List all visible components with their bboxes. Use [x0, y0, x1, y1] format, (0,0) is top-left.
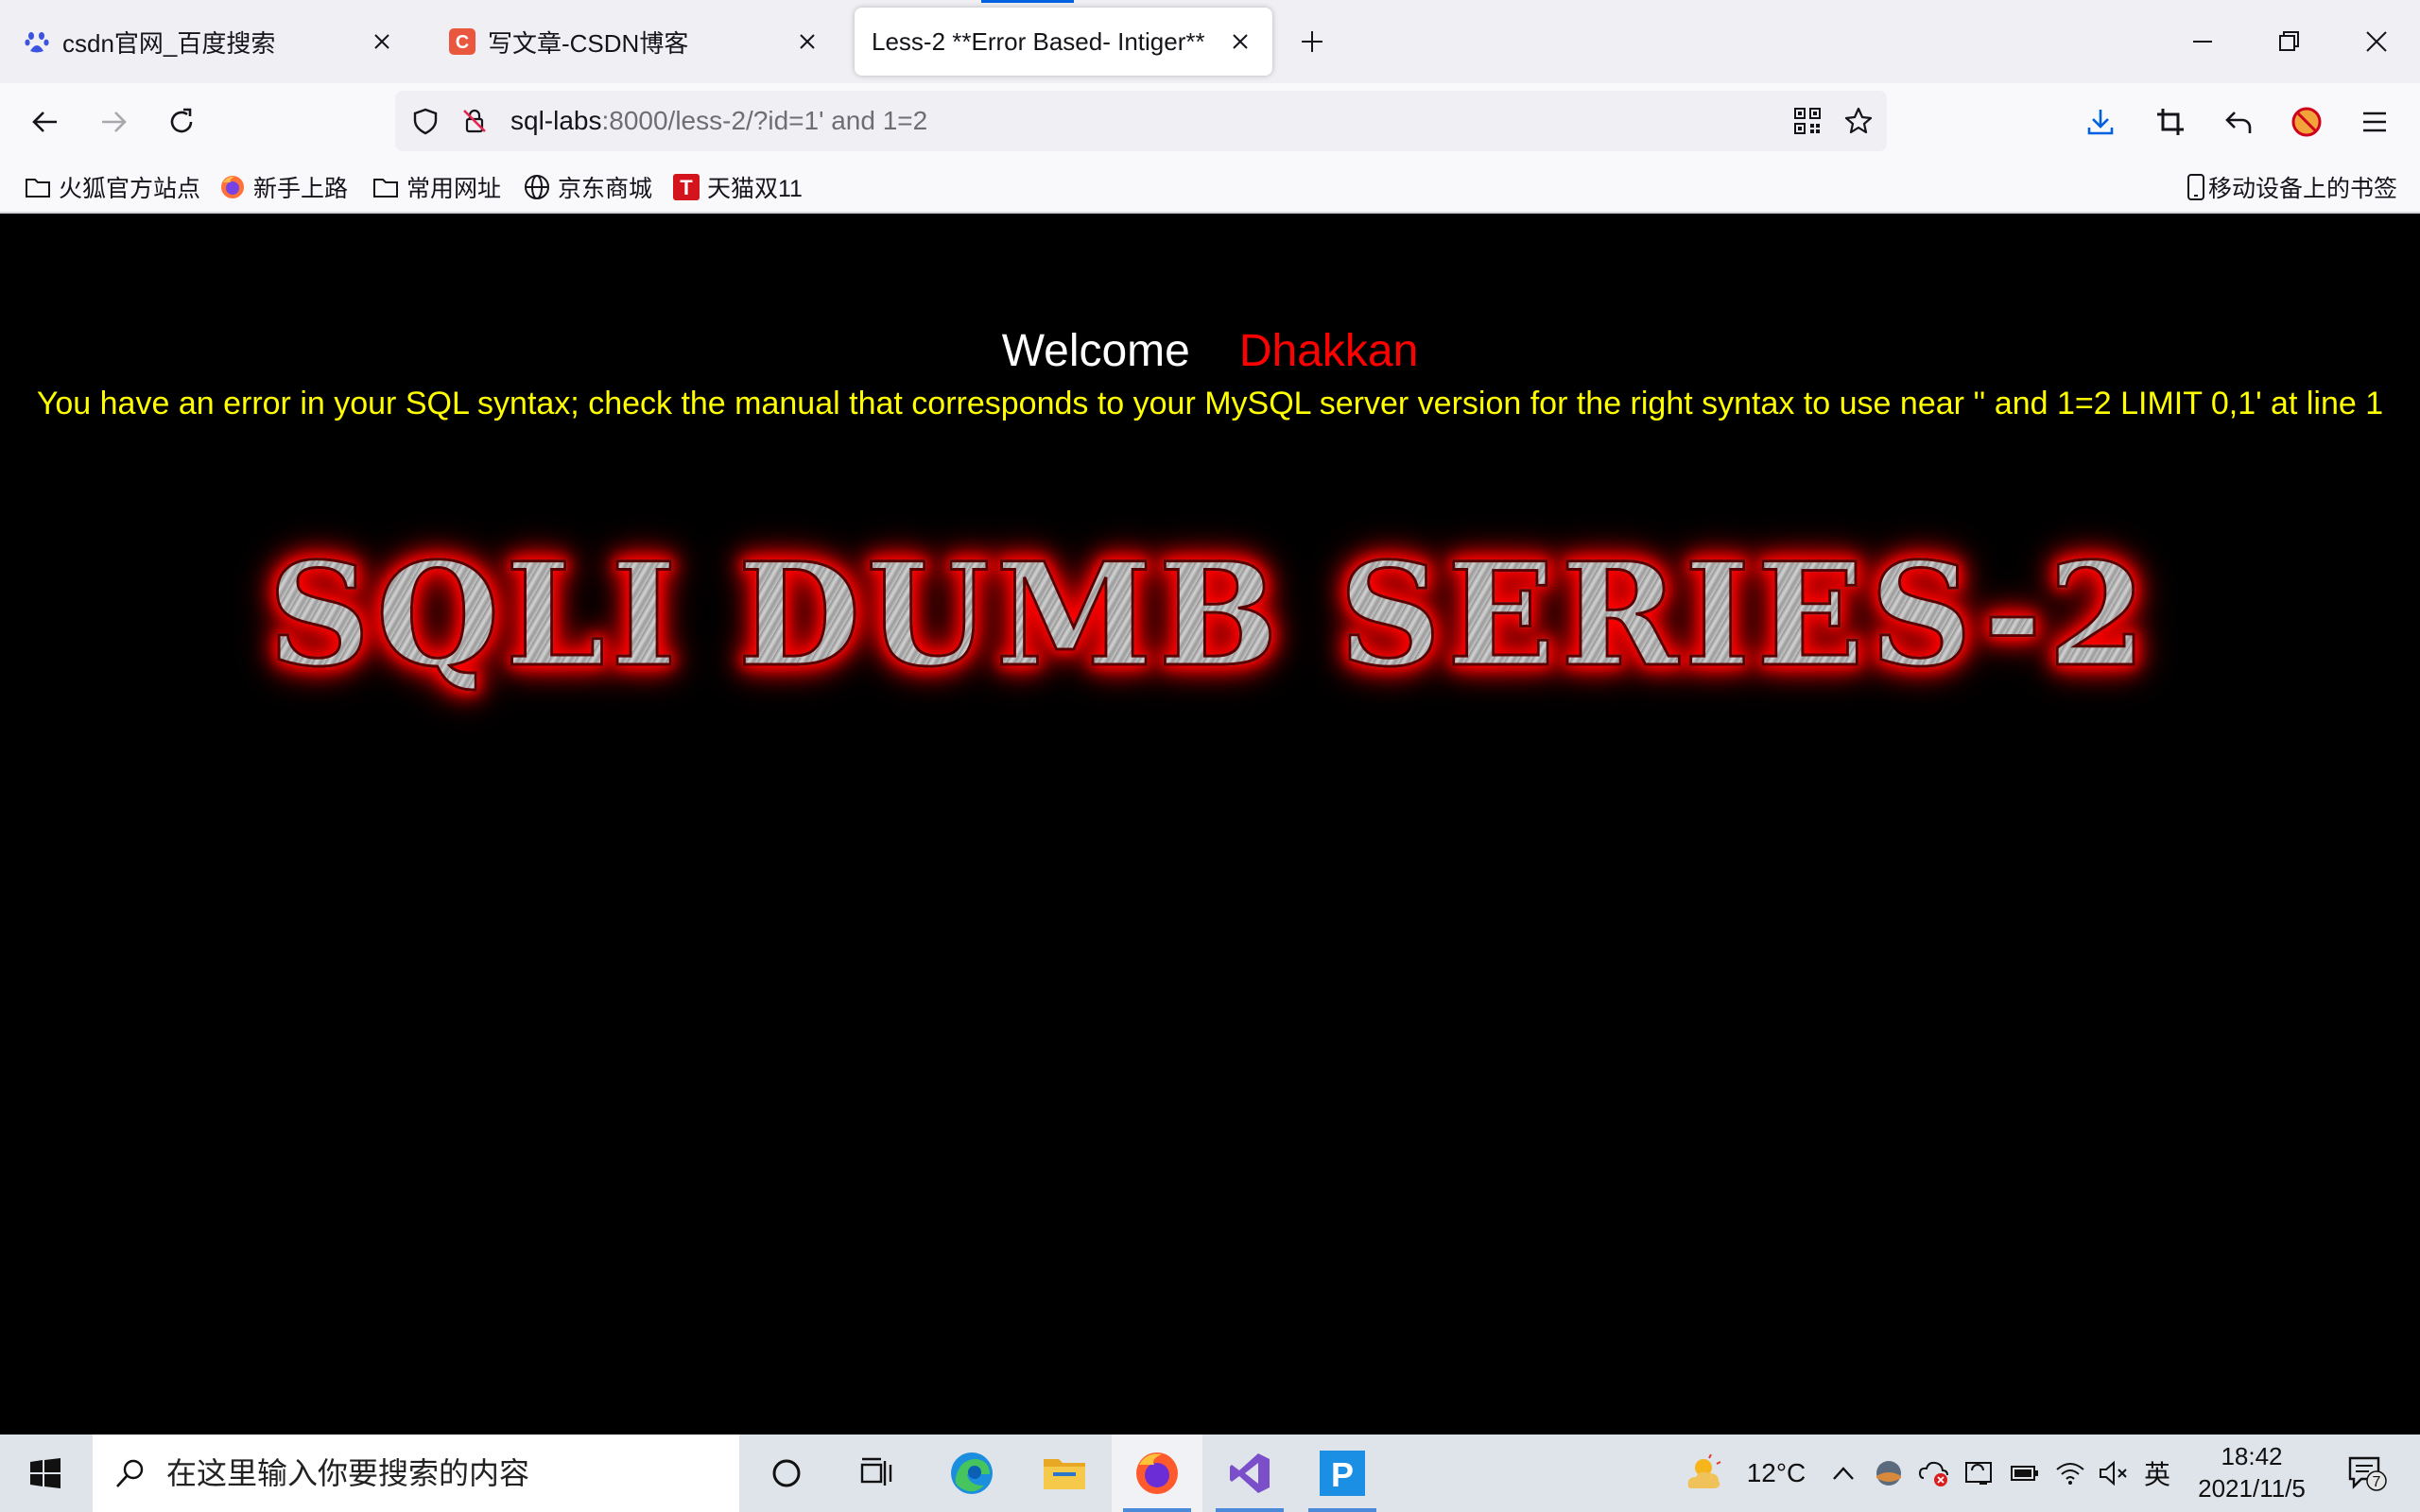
forward-button[interactable] — [89, 97, 138, 146]
page-content: Welcome Dhakkan You have an error in your… — [0, 214, 2420, 1435]
taskbar-search-box[interactable] — [93, 1435, 739, 1512]
url-text[interactable]: sql-labs:8000/less-2/?id=1' and 1=2 — [510, 91, 927, 151]
svg-text:T: T — [680, 176, 693, 199]
close-icon[interactable] — [1225, 26, 1255, 57]
bookmark-star-icon[interactable] — [1840, 102, 1877, 140]
bookmark-label: 移动设备上的书签 — [2208, 176, 2398, 202]
notification-count: 7 — [2373, 1474, 2381, 1490]
tray-app-avatar-icon[interactable] — [1870, 1435, 1908, 1512]
tmall-icon: T — [671, 172, 701, 202]
close-icon[interactable] — [367, 26, 397, 57]
firefox-taskbar-icon[interactable] — [1112, 1435, 1202, 1512]
start-button[interactable] — [0, 1435, 91, 1512]
input-method-indicator[interactable]: 英 — [2138, 1435, 2176, 1512]
url-path: :8000/less-2/?id=1' and 1=2 — [601, 106, 928, 135]
weather-temperature[interactable]: 12°C — [1734, 1435, 1819, 1512]
taskbar-search-input[interactable] — [166, 1455, 696, 1491]
bookmark-getting-started[interactable]: 新手上路 — [217, 166, 348, 208]
firefox-icon — [217, 172, 248, 202]
weather-icon[interactable] — [1677, 1435, 1730, 1512]
minimize-button[interactable] — [2174, 13, 2231, 70]
tab-csdn[interactable]: C 写文章-CSDN博客 — [431, 8, 839, 76]
bookmarks-toolbar: 火狐官方站点 新手上路 常用网址 京东商城 T 天猫双11 移动设备上的书签 — [0, 161, 2420, 214]
folder-icon — [23, 172, 53, 202]
url-host: sql-labs — [510, 106, 602, 135]
cortana-icon[interactable] — [741, 1435, 832, 1512]
bookmark-jd[interactable]: 京东商城 — [522, 166, 652, 208]
tab-strip: csdn官网_百度搜索 C 写文章-CSDN博客 Less-2 **Error … — [0, 0, 2420, 83]
mobile-device-icon — [2186, 172, 2206, 202]
undo-arrow-icon[interactable] — [2214, 97, 2263, 146]
sqli-banner-image: SQLI DUMB SERIES-2 — [0, 532, 2420, 698]
windows-taskbar: P 12°C 英 18:42 2021/11/5 7 — [0, 1435, 2420, 1512]
battery-icon[interactable] — [2006, 1435, 2044, 1512]
globe-icon — [522, 172, 552, 202]
tab-title: 写文章-CSDN博客 — [488, 28, 689, 58]
bookmark-label: 天猫双11 — [707, 176, 803, 202]
baidu-paw-icon — [23, 27, 51, 56]
cloud-sync-error-icon[interactable] — [1915, 1435, 1953, 1512]
notification-center-icon[interactable]: 7 — [2341, 1435, 2394, 1512]
folder-icon — [371, 172, 401, 202]
user-name: Dhakkan — [1238, 326, 1419, 376]
welcome-line: Welcome Dhakkan — [0, 325, 2420, 377]
hamburger-menu-icon[interactable] — [2350, 97, 2399, 146]
downloads-icon[interactable] — [2076, 97, 2125, 146]
volume-muted-icon[interactable] — [2095, 1435, 2133, 1512]
tracking-protection-shield-icon[interactable] — [406, 102, 444, 140]
bookmark-label: 京东商城 — [558, 176, 653, 202]
csdn-c-icon: C — [448, 27, 476, 56]
url-bar[interactable]: sql-labs:8000/less-2/?id=1' and 1=2 — [395, 91, 1887, 151]
display-settings-icon[interactable] — [1961, 1435, 1998, 1512]
insecure-lock-icon[interactable] — [456, 102, 493, 140]
tab-title: csdn官网_百度搜索 — [62, 28, 276, 58]
close-window-button[interactable] — [2348, 13, 2405, 70]
close-icon[interactable] — [792, 26, 822, 57]
welcome-text: Welcome — [1001, 326, 1190, 376]
bookmark-tmall[interactable]: T 天猫双11 — [671, 166, 803, 208]
clock-date: 2021/11/5 — [2198, 1474, 2306, 1503]
restore-button[interactable] — [2261, 13, 2318, 70]
banner-title: SQLI DUMB SERIES-2 — [267, 532, 2152, 698]
mobile-bookmarks[interactable]: 移动设备上的书签 — [2186, 166, 2397, 208]
wifi-icon[interactable] — [2051, 1435, 2089, 1512]
search-icon — [112, 1454, 149, 1492]
taskbar-clock[interactable]: 18:42 2021/11/5 — [2176, 1440, 2327, 1508]
tab-baidu[interactable]: csdn官网_百度搜索 — [6, 8, 414, 76]
bookmark-label: 常用网址 — [406, 176, 502, 202]
tab-title: Less-2 **Error Based- Intiger** — [872, 26, 1205, 56]
qr-code-icon[interactable] — [1789, 102, 1826, 140]
reload-button[interactable] — [157, 97, 206, 146]
task-view-icon[interactable] — [832, 1435, 923, 1512]
tab-less-2[interactable]: Less-2 **Error Based- Intiger** — [855, 8, 1272, 76]
bookmark-firefox-official[interactable]: 火狐官方站点 — [23, 166, 200, 208]
clock-time: 18:42 — [2221, 1442, 2283, 1470]
sql-error-message: You have an error in your SQL syntax; ch… — [36, 386, 2384, 421]
edge-icon[interactable] — [926, 1435, 1017, 1512]
bookmark-label: 火狐官方站点 — [59, 176, 201, 202]
windows-logo-icon — [30, 1458, 60, 1488]
svg-text:P: P — [1331, 1455, 1354, 1494]
extension-blocked-icon[interactable] — [2282, 97, 2331, 146]
back-button[interactable] — [21, 97, 70, 146]
screenshot-crop-icon[interactable] — [2146, 97, 2195, 146]
tab-scroll-indicator — [981, 0, 1074, 3]
file-explorer-icon[interactable] — [1019, 1435, 1110, 1512]
svg-text:C: C — [456, 32, 469, 53]
chevron-up-icon[interactable] — [1824, 1435, 1862, 1512]
visual-studio-icon[interactable] — [1204, 1435, 1295, 1512]
new-tab-button[interactable] — [1291, 21, 1333, 62]
navigation-toolbar: sql-labs:8000/less-2/?id=1' and 1=2 — [0, 83, 2420, 161]
bookmark-common-sites[interactable]: 常用网址 — [371, 166, 501, 208]
bookmark-label: 新手上路 — [253, 176, 349, 202]
pycharm-p-icon[interactable]: P — [1297, 1435, 1388, 1512]
